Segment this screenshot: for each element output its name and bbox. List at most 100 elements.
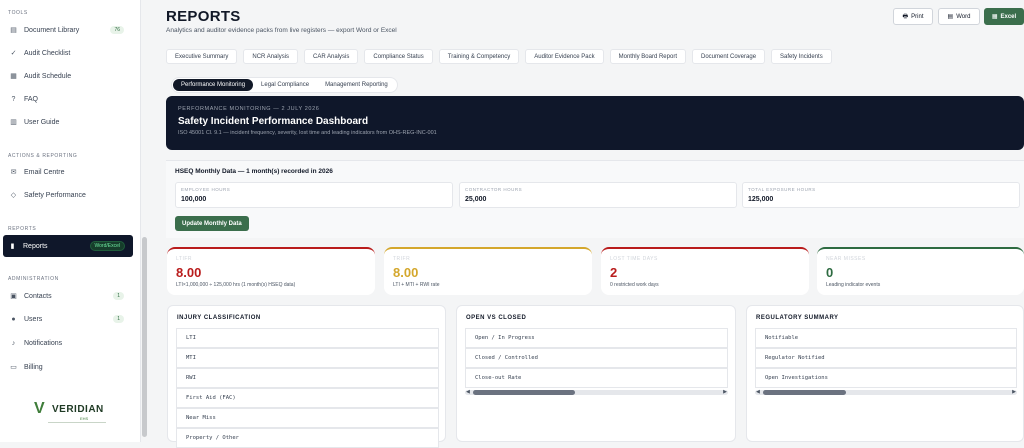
section-administration: ADMINISTRATION [8, 276, 59, 282]
word-button[interactable]: ▤ Word [938, 8, 980, 25]
sidebar-item-document-library[interactable]: ▤ Document Library 76 [4, 21, 132, 39]
word-icon: ▤ [947, 14, 954, 20]
sidebar-item-contacts[interactable]: ▣ Contacts 1 [4, 287, 132, 305]
contacts-icon: ▣ [10, 292, 17, 300]
sidebar-item-reports[interactable]: ▮ Reports Word/Excel [3, 235, 133, 257]
kpi-value: 0 [826, 265, 834, 280]
print-label: Print [911, 13, 924, 20]
injury-classification-panel: INJURY CLASSIFICATION LTI MTI RWI First … [167, 305, 446, 448]
section-reports: REPORTS [8, 226, 37, 232]
table-row: First Aid (FAC) [176, 388, 439, 408]
mail-icon: ✉ [10, 168, 17, 176]
tab-compliance-status[interactable]: Compliance Status [364, 49, 433, 64]
table-row: Open Investigations [755, 368, 1017, 388]
table-row: Open / In Progress [465, 328, 728, 348]
subtab-performance-monitoring[interactable]: Performance Monitoring [173, 79, 254, 91]
employee-hours-value: 100,000 [181, 196, 207, 203]
sidebar-item-label: Audit Checklist [24, 49, 71, 57]
sidebar-item-notifications[interactable]: ♪ Notifications [4, 334, 132, 352]
table-row: LTI [176, 328, 439, 348]
shield-icon: ◇ [10, 191, 17, 199]
table-row: Notifiable [755, 328, 1017, 348]
count-badge: 1 [113, 315, 124, 323]
kpi-sub: LTI + MTI + RWI rate [393, 282, 440, 288]
tab-ncr-analysis[interactable]: NCR Analysis [243, 49, 299, 64]
sidebar-item-safety-performance[interactable]: ◇ Safety Performance [4, 186, 132, 204]
kpi-label: LOST TIME DAYS [610, 256, 658, 262]
logo-mark-icon: V [34, 400, 45, 417]
scroll-right-icon[interactable]: ▶ [1012, 389, 1016, 395]
banner-description: ISO 45001 Cl. 9.1 — incident frequency, … [178, 130, 437, 136]
tab-monthly-board-report[interactable]: Monthly Board Report [609, 49, 686, 64]
scroll-right-icon[interactable]: ▶ [723, 389, 727, 395]
hseq-monthly-data: HSEQ Monthly Data — 1 month(s) recorded … [166, 160, 1024, 238]
kpi-value: 2 [610, 265, 618, 280]
employee-hours-field[interactable]: EMPLOYEE HOURS 100,000 [175, 182, 453, 208]
book-icon: ▥ [10, 118, 17, 126]
sidebar-item-users[interactable]: ● Users 1 [4, 310, 132, 328]
tab-safety-incidents[interactable]: Safety Incidents [771, 49, 832, 64]
sidebar-item-user-guide[interactable]: ▥ User Guide [4, 113, 132, 131]
subtab-management-reporting[interactable]: Management Reporting [317, 79, 396, 91]
kpi-label: LTIFR [176, 256, 193, 262]
users-icon: ● [11, 315, 16, 323]
horizontal-scrollbar[interactable]: ◀ ▶ [465, 389, 728, 395]
panel-title: INJURY CLASSIFICATION [177, 315, 261, 321]
report-tabs: Executive Summary NCR Analysis CAR Analy… [166, 49, 832, 64]
sidebar-item-audit-checklist[interactable]: ✓ Audit Checklist [4, 44, 132, 62]
sidebar-item-label: User Guide [24, 118, 60, 126]
contractor-hours-field[interactable]: CONTRACTOR HOURS 25,000 [459, 182, 737, 208]
sidebar-item-email-centre[interactable]: ✉ Email Centre [4, 163, 132, 181]
sidebar-item-label: Document Library [24, 26, 80, 34]
sidebar-scrollbar[interactable] [142, 237, 147, 437]
horizontal-scrollbar[interactable]: ◀ ▶ [755, 389, 1017, 395]
scroll-thumb[interactable] [763, 390, 846, 395]
sidebar-item-label: Safety Performance [24, 191, 86, 199]
excel-button[interactable]: ▦ Excel [984, 8, 1024, 25]
sidebar-item-faq[interactable]: ? FAQ [4, 90, 132, 108]
update-monthly-data-button[interactable]: Update Monthly Data [175, 216, 249, 231]
word-label: Word [956, 13, 971, 20]
table-row: Regulator Notified [755, 348, 1017, 368]
scroll-left-icon[interactable]: ◀ [466, 389, 470, 395]
excel-label: Excel [1000, 13, 1017, 20]
regulatory-summary-panel: REGULATORY SUMMARY Notifiable Regulator … [746, 305, 1024, 442]
kpi-sub: LTI×1,000,000 ÷ 125,000 hrs (1 month(s) … [176, 282, 296, 288]
logo-divider [48, 422, 106, 423]
scroll-thumb[interactable] [473, 390, 575, 395]
hseq-title: HSEQ Monthly Data — 1 month(s) recorded … [175, 168, 333, 175]
section-actions: ACTIONS & REPORTING [8, 153, 78, 159]
table-row: Near Miss [176, 408, 439, 428]
tab-car-analysis[interactable]: CAR Analysis [304, 49, 359, 64]
open-vs-closed-panel: OPEN VS CLOSED Open / In Progress Closed… [456, 305, 736, 442]
table-row: Property / Other [176, 428, 439, 448]
subtab-switcher: Performance Monitoring Legal Compliance … [171, 77, 398, 93]
sidebar-item-label: Notifications [24, 339, 63, 347]
sidebar-item-label: Reports [23, 242, 48, 250]
sidebar-item-audit-schedule[interactable]: ▦ Audit Schedule [4, 67, 132, 85]
employee-hours-label: EMPLOYEE HOURS [181, 187, 231, 192]
subtab-legal-compliance[interactable]: Legal Compliance [253, 79, 317, 91]
total-hours-label: TOTAL EXPOSURE HOURS [748, 187, 816, 192]
printer-icon: 🖶 [902, 13, 909, 20]
tab-training-competency[interactable]: Training & Competency [438, 49, 520, 64]
kpi-sub: Leading indicator events [826, 282, 881, 288]
tab-document-coverage[interactable]: Document Coverage [692, 49, 766, 64]
tab-executive-summary[interactable]: Executive Summary [166, 49, 238, 64]
kpi-value: 8.00 [176, 265, 202, 280]
page-title: REPORTS [166, 8, 241, 25]
main-content: REPORTS Analytics and auditor evidence p… [150, 0, 1024, 448]
banner-kicker: PERFORMANCE MONITORING — 2 JULY 2026 [178, 106, 320, 112]
print-button[interactable]: 🖶 Print [893, 8, 933, 25]
kpi-label: TRIFR [393, 256, 411, 262]
logo-name: VERIDIAN [52, 404, 104, 415]
tab-auditor-evidence-pack[interactable]: Auditor Evidence Pack [525, 49, 604, 64]
table-row: Closed / Controlled [465, 348, 728, 368]
sidebar-item-billing[interactable]: ▭ Billing [4, 358, 132, 376]
page-subtitle: Analytics and auditor evidence packs fro… [166, 27, 397, 34]
question-icon: ? [11, 95, 16, 103]
total-hours-value: 125,000 [748, 196, 774, 203]
kpi-card-lost-time-days: LOST TIME DAYS 2 0 restricted work days [601, 247, 809, 295]
scroll-left-icon[interactable]: ◀ [756, 389, 760, 395]
table-row: Close-out Rate [465, 368, 728, 388]
